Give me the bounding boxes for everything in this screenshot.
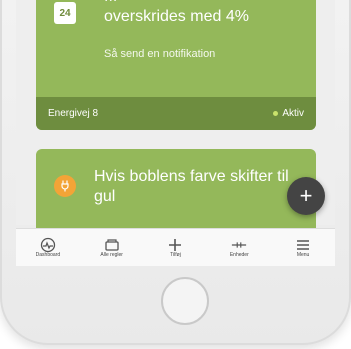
- home-button[interactable]: [161, 277, 209, 325]
- plug-icon: [54, 175, 76, 197]
- bottom-tab-bar: Dashboard Alle regler Tilføj Enheder Men…: [16, 228, 335, 266]
- calendar-date: 24: [59, 7, 71, 19]
- tab-menu[interactable]: Menu: [273, 238, 333, 258]
- tab-dashboard[interactable]: Dashboard: [18, 237, 78, 258]
- rule-title: Hvis boblens farve skifter til gul: [94, 168, 289, 205]
- tab-add[interactable]: Tilføj: [145, 238, 205, 258]
- tab-label: Tilføj: [170, 251, 181, 258]
- tab-label: Enheder: [229, 251, 249, 258]
- menu-icon: [295, 238, 311, 252]
- add-icon: [167, 238, 183, 252]
- calendar-icon: 24: [54, 2, 76, 24]
- add-fab-button[interactable]: +: [287, 177, 325, 215]
- rule-subtitle: Så send en notifikation: [104, 48, 216, 60]
- status-label: Aktiv: [282, 108, 304, 119]
- rule-footer: Energivej 8 Aktiv: [36, 97, 316, 130]
- plus-icon: +: [299, 183, 313, 208]
- tab-all-rules[interactable]: Alle regler: [82, 238, 142, 258]
- rule-title: overskrides med 4%: [104, 8, 249, 25]
- rule-card-bubble[interactable]: Hvis boblens farve skifter til gul: [36, 149, 316, 239]
- devices-icon: [231, 238, 247, 252]
- status-dot-icon: [273, 111, 279, 116]
- rule-card-energy[interactable]: ... 24 overskrides med 4% Så send en not…: [36, 0, 316, 130]
- rule-location: Energivej 8: [48, 108, 99, 119]
- all-rules-icon: [104, 238, 120, 252]
- tab-label: Dashboard: [35, 251, 61, 258]
- dashboard-icon: [40, 237, 56, 252]
- rule-title-top: ...: [104, 0, 314, 6]
- tab-label: Alle regler: [100, 251, 123, 258]
- rule-status[interactable]: Aktiv: [273, 108, 304, 119]
- plug-glyph: [61, 180, 69, 192]
- tab-label: Menu: [296, 251, 310, 258]
- tab-devices[interactable]: Enheder: [209, 238, 269, 258]
